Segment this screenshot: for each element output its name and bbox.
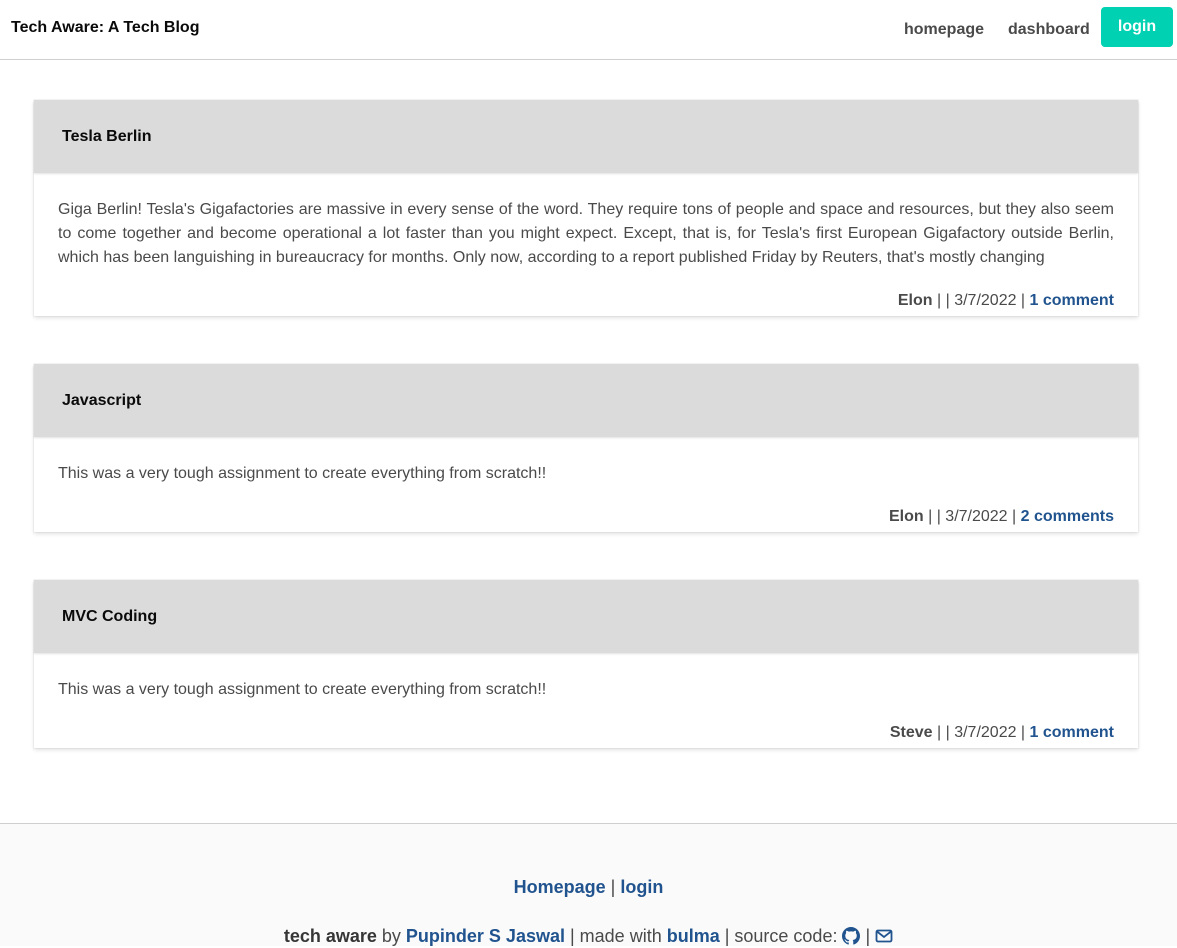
post-author: Steve [889,724,933,741]
post-date: 3/7/2022 [954,292,1017,309]
top-navbar: Tech Aware: A Tech Blog homepage dashboa… [0,0,1177,60]
post-meta: Elon | | 3/7/2022 | 2 comments [34,486,1138,532]
post-title[interactable]: Tesla Berlin [62,128,152,146]
post-card: Javascript This was a very tough assignm… [34,364,1138,532]
post-date: 3/7/2022 [954,724,1017,741]
github-icon[interactable] [842,926,861,946]
login-button[interactable]: login [1101,7,1173,47]
footer-links: Homepage | login [0,875,1177,899]
post-title[interactable]: Javascript [62,392,141,410]
nav-dashboard-link[interactable]: dashboard [1008,21,1090,39]
post-list: Tesla Berlin Giga Berlin! Tesla's Gigafa… [34,100,1138,796]
meta-separator: | | [923,508,946,525]
site-footer: Homepage | login tech aware by Pupinder … [0,823,1177,946]
post-title[interactable]: MVC Coding [62,608,157,626]
footer-separator: | [860,926,876,946]
footer-bulma-link[interactable]: bulma [667,926,720,946]
footer-separator: | [605,877,621,897]
post-author: Elon [897,292,933,309]
meta-separator: | [1007,508,1021,525]
post-header: Javascript [34,364,1138,437]
envelope-icon[interactable] [875,926,893,946]
post-comments-link[interactable]: 1 comment [1030,292,1114,309]
post-meta: Steve | | 3/7/2022 | 1 comment [34,702,1138,748]
post-meta: Elon | | 3/7/2022 | 1 comment [34,270,1138,316]
post-body: This was a very tough assignment to crea… [58,681,547,698]
meta-separator: | | [932,724,955,741]
meta-separator: | [1016,292,1030,309]
footer-by-text: by [376,926,406,946]
footer-source-code-text: | source code: [719,926,843,946]
footer-author-link[interactable]: Pupinder S Jaswal [406,926,565,946]
post-author: Elon [888,508,924,525]
site-brand[interactable]: Tech Aware: A Tech Blog [11,19,199,37]
footer-made-with-text: | made with [564,926,667,946]
post-body: Giga Berlin! Tesla's Gigafactories are m… [58,201,1114,266]
footer-login-link[interactable]: login [620,877,663,897]
post-body: This was a very tough assignment to crea… [58,465,547,482]
post-date: 3/7/2022 [945,508,1008,525]
post-header: MVC Coding [34,580,1138,653]
post-comments-link[interactable]: 2 comments [1021,508,1114,525]
post-card: Tesla Berlin Giga Berlin! Tesla's Gigafa… [34,100,1138,316]
post-card: MVC Coding This was a very tough assignm… [34,580,1138,748]
footer-credit: tech aware by Pupinder S Jaswal | made w… [0,924,1177,948]
post-comments-link[interactable]: 1 comment [1030,724,1114,741]
meta-separator: | [1016,724,1030,741]
footer-homepage-link[interactable]: Homepage [514,877,606,897]
footer-site-name: tech aware [283,926,377,946]
meta-separator: | | [932,292,955,309]
nav-homepage-link[interactable]: homepage [904,21,984,39]
post-header: Tesla Berlin [34,100,1138,173]
